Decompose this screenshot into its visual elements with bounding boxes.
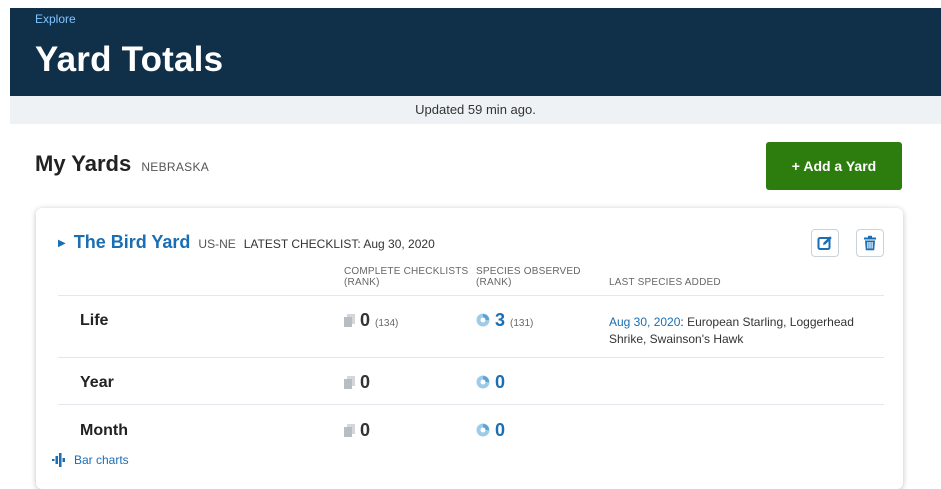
- column-header-species: SPECIES OBSERVED (RANK): [476, 266, 581, 288]
- last-species-date-link[interactable]: Aug 30, 2020: [609, 315, 680, 329]
- column-header-checklists: COMPLETE CHECKLISTS (RANK): [344, 266, 468, 288]
- bar-charts-label: Bar charts: [74, 453, 129, 467]
- row-divider: [58, 295, 884, 296]
- section-title-text: My Yards: [35, 151, 132, 176]
- month-checklists-stat: 0: [344, 420, 370, 441]
- bar-chart-icon: [52, 453, 65, 467]
- add-yard-button[interactable]: + Add a Yard: [766, 142, 902, 190]
- row-label-life: Life: [80, 312, 109, 329]
- year-species-stat: 0: [476, 372, 505, 393]
- page-header: Explore Yard Totals: [10, 8, 941, 96]
- column-header-species-line2: (RANK): [476, 277, 512, 288]
- species-icon: [476, 423, 490, 437]
- checklist-icon: [344, 424, 355, 437]
- breadcrumb-explore[interactable]: Explore: [35, 12, 76, 26]
- life-checklists-count[interactable]: 0: [360, 310, 370, 331]
- delete-yard-button[interactable]: [856, 229, 884, 257]
- column-header-checklists-line2: (RANK): [344, 277, 380, 288]
- life-checklists-rank: (134): [375, 318, 399, 329]
- year-species-count[interactable]: 0: [495, 372, 505, 393]
- life-species-rank: (131): [510, 318, 534, 329]
- life-species-count[interactable]: 3: [495, 310, 505, 331]
- year-checklists-stat: 0: [344, 372, 370, 393]
- trash-icon: [864, 235, 876, 251]
- region-label: NEBRASKA: [141, 160, 210, 174]
- last-species-added: Aug 30, 2020: European Starling, Loggerh…: [609, 314, 879, 348]
- species-icon: [476, 313, 490, 327]
- checklist-icon: [344, 314, 355, 327]
- checklist-icon: [344, 376, 355, 389]
- updated-status: Updated 59 min ago.: [10, 96, 941, 124]
- row-label-month: Month: [80, 422, 128, 439]
- life-species-stat: 3 (131): [476, 310, 533, 331]
- month-species-stat: 0: [476, 420, 505, 441]
- yard-card: ▶ The Bird Yard US-NE LATEST CHECKLIST: …: [36, 208, 903, 489]
- row-divider: [58, 404, 884, 405]
- yard-region-code: US-NE: [198, 237, 236, 251]
- edit-icon: [817, 236, 832, 250]
- month-checklists-count[interactable]: 0: [360, 420, 370, 441]
- bar-charts-link[interactable]: Bar charts: [52, 453, 129, 467]
- row-divider: [58, 357, 884, 358]
- column-header-checklists-line1: COMPLETE CHECKLISTS: [344, 266, 469, 277]
- caret-right-icon[interactable]: ▶: [58, 238, 66, 249]
- life-checklists-stat: 0 (134): [344, 310, 398, 331]
- edit-yard-button[interactable]: [811, 229, 839, 257]
- column-header-species-line1: SPECIES OBSERVED: [476, 266, 581, 277]
- yard-header: ▶ The Bird Yard US-NE LATEST CHECKLIST: …: [58, 232, 435, 253]
- row-label-year: Year: [80, 374, 114, 391]
- column-header-last-species: LAST SPECIES ADDED: [609, 277, 721, 288]
- month-species-count[interactable]: 0: [495, 420, 505, 441]
- species-icon: [476, 375, 490, 389]
- section-title: My Yards NEBRASKA: [35, 151, 209, 177]
- year-checklists-count[interactable]: 0: [360, 372, 370, 393]
- yard-name-link[interactable]: The Bird Yard: [74, 232, 191, 253]
- latest-checklist: LATEST CHECKLIST: Aug 30, 2020: [243, 237, 435, 251]
- page-title: Yard Totals: [35, 40, 224, 79]
